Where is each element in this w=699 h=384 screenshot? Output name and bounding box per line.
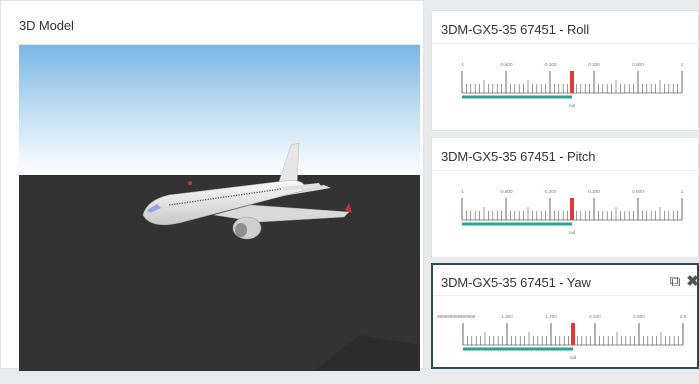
panel-title: 3DM-GX5-35 67451 - Pitch (441, 149, 596, 164)
divider (433, 295, 697, 296)
gauge-value-bar (462, 95, 572, 99)
scene[interactable] (19, 45, 420, 371)
tick-label: 1.300 (501, 314, 513, 319)
tick-label: -0.600 (499, 62, 512, 67)
tick-label: -0.200 (543, 62, 556, 67)
divider (432, 43, 698, 44)
gauge-needle (571, 323, 575, 345)
yaw-gauge-panel[interactable]: 3DM-GX5-35 67451 - Yaw ⧉ ✖ 99999999999999… (431, 263, 699, 369)
tick-label: 2.500 (633, 314, 645, 319)
panel-actions: ⧉ ✖ (664, 272, 699, 290)
divider (432, 170, 698, 171)
tick-label: -1 (460, 189, 465, 194)
tick-label: -1 (460, 62, 465, 67)
tick-label: 0.200 (588, 189, 600, 194)
tick-label: -0.600 (499, 189, 512, 194)
tick-label: 2.100 (589, 314, 601, 319)
3d-viewport[interactable] (19, 44, 420, 371)
tick-label: 0.600 (632, 189, 644, 194)
tick-label: 0.200 (588, 62, 600, 67)
copy-icon[interactable]: ⧉ (670, 273, 681, 290)
gauge-value-bar (462, 222, 572, 226)
tick-label: 0.600 (632, 62, 644, 67)
unit-label: rad (569, 103, 576, 108)
roll-gauge: -1 -0.600 -0.200 0.200 0.600 1 rad (458, 57, 699, 127)
gauge-value-bar (463, 347, 573, 351)
tick-label: 1.700 (545, 314, 557, 319)
close-icon[interactable]: ✖ (686, 273, 699, 290)
roll-gauge-panel[interactable]: 3DM-GX5-35 67451 - Roll -1 -0.600 -0.200 0.… (431, 10, 699, 131)
tick-label: 999999999999999 (437, 314, 476, 319)
tick-label: 1 (681, 189, 684, 194)
sky (19, 45, 420, 176)
gauge-needle (570, 198, 574, 220)
panel-title: 3DM-GX5-35 67451 - Yaw (441, 275, 591, 290)
model-panel: 3D Model (0, 0, 424, 371)
gauge-needle (570, 71, 574, 93)
pitch-gauge-panel[interactable]: 3DM-GX5-35 67451 - Pitch -1 -0.600 -0.200 0… (431, 137, 699, 258)
panel-title: 3D Model (19, 18, 74, 33)
unit-label: rad (569, 230, 576, 235)
panel-title: 3DM-GX5-35 67451 - Roll (441, 22, 589, 37)
tick-label: -0.200 (543, 189, 556, 194)
pitch-gauge: -1 -0.600 -0.200 0.200 0.600 1 rad (458, 184, 699, 254)
unit-label: rad (570, 355, 577, 360)
tick-label: 1 (681, 62, 684, 67)
tick-label: 2.9 (680, 314, 687, 319)
